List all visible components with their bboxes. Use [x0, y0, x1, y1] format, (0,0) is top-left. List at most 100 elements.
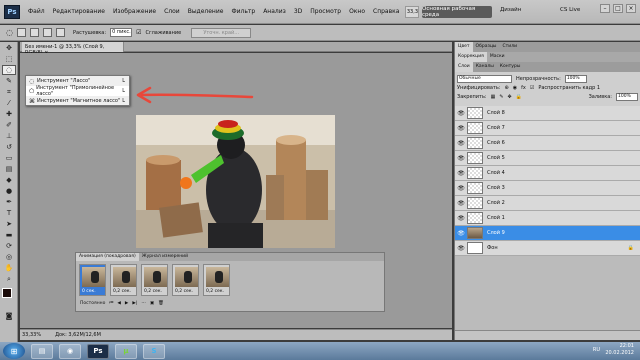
menu-image[interactable]: Изображение [109, 8, 160, 15]
delete-frame-icon[interactable]: 🗑 [158, 301, 164, 306]
layer-row[interactable]: 👁 Фон 🔒 [455, 241, 640, 256]
color-swatches[interactable] [0, 288, 17, 310]
gradient-tool-icon[interactable]: ▤ [2, 164, 16, 174]
workspace-design[interactable]: Дизайн [500, 7, 521, 13]
document-image[interactable] [136, 115, 335, 248]
taskbar-app-photoshop[interactable]: Ps [87, 343, 109, 359]
fill-input[interactable]: 100% [616, 92, 638, 101]
type-tool-icon[interactable]: T [2, 208, 16, 218]
tab-animation[interactable]: Анимация (покадровая) [76, 253, 139, 261]
history-brush-tool-icon[interactable]: ↺ [2, 142, 16, 152]
layer-row[interactable]: 👁 Слой 4 [455, 166, 640, 181]
marquee-tool-icon[interactable]: ⬚ [2, 54, 16, 64]
move-tool-icon[interactable]: ✥ [2, 43, 16, 53]
3d-orbit-tool-icon[interactable]: ◎ [2, 252, 16, 262]
new-selection-icon[interactable] [16, 28, 26, 37]
lock-pixels-icon[interactable]: ✎ [499, 94, 503, 100]
pen-tool-icon[interactable]: ✒ [2, 197, 16, 207]
menu-select[interactable]: Выделение [184, 8, 228, 15]
first-frame-icon[interactable]: ⏮ [109, 300, 113, 306]
taskbar-app-skype[interactable]: S [143, 343, 165, 359]
antialias-checkbox[interactable]: ☑ [136, 29, 141, 36]
menu-help[interactable]: Справка [369, 8, 403, 15]
taskbar-app-chrome[interactable]: ◉ [59, 343, 81, 359]
visibility-eye-icon[interactable]: 👁 [455, 245, 467, 252]
menu-view[interactable]: Просмотр [306, 8, 345, 15]
prev-frame-icon[interactable]: ◀ [117, 301, 120, 306]
opacity-input[interactable]: 100% [564, 74, 587, 83]
flyout-item-polygonal-lasso[interactable]: ⬠ Инструмент "Прямолинейное лассо" L [26, 85, 129, 97]
tab-swatches[interactable]: Образцы [473, 42, 500, 52]
visibility-eye-icon[interactable]: 👁 [455, 125, 467, 132]
layer-row[interactable]: 👁 Слой 2 [455, 196, 640, 211]
add-selection-icon[interactable] [29, 28, 39, 37]
lock-transparency-icon[interactable]: ▦ [491, 94, 496, 100]
blend-mode-select[interactable]: Обычные [457, 74, 512, 83]
lock-all-icon[interactable]: 🔒 [516, 94, 522, 100]
animation-frame[interactable]: 0,2 сек. [110, 264, 137, 296]
menu-layers[interactable]: Слои [160, 8, 184, 15]
visibility-eye-icon[interactable]: 👁 [455, 140, 467, 147]
visibility-eye-icon[interactable]: 👁 [455, 185, 467, 192]
tab-paths[interactable]: Контуры [497, 62, 524, 72]
visibility-eye-icon[interactable]: 👁 [455, 155, 467, 162]
tween-icon[interactable]: ⋯ [141, 301, 146, 306]
taskbar-app-utorrent[interactable]: µ [115, 343, 137, 359]
menu-3d[interactable]: 3D [290, 8, 306, 15]
menu-analysis[interactable]: Анализ [259, 8, 290, 15]
zoom-status[interactable]: 33,33% [22, 332, 41, 338]
shape-tool-icon[interactable]: ▬ [2, 230, 16, 240]
tab-channels[interactable]: Каналы [473, 62, 497, 72]
frame-delay[interactable]: 0,2 сек. [175, 289, 193, 294]
tab-measurement-log[interactable]: Журнал измерений [139, 253, 191, 261]
eyedropper-tool-icon[interactable]: ⁄ [2, 98, 16, 108]
minimize-icon[interactable]: – [600, 4, 610, 13]
crop-tool-icon[interactable]: ⌗ [2, 87, 16, 97]
new-frame-icon[interactable]: ▣ [150, 301, 154, 306]
layer-row[interactable]: 👁 Слой 6 [455, 136, 640, 151]
lasso-tool-icon[interactable]: ◌ [2, 65, 16, 75]
menu-file[interactable]: Файл [24, 8, 49, 15]
workspace-switcher[interactable]: Основная рабочая среда [422, 6, 492, 18]
3d-rotate-tool-icon[interactable]: ⟳ [2, 241, 16, 251]
intersect-selection-icon[interactable] [55, 28, 65, 37]
frame-delay[interactable]: 0,2 сек. [144, 289, 162, 294]
layer-row[interactable]: 👁 Слой 8 [455, 106, 640, 121]
feather-input[interactable]: 0 пикс. [110, 28, 133, 37]
zoom-level-field[interactable]: 33,3 [405, 5, 420, 18]
brush-tool-icon[interactable]: ✐ [2, 120, 16, 130]
visibility-eye-icon[interactable]: 👁 [455, 215, 467, 222]
tray-clock[interactable]: 22:01 20.02.2012 [605, 343, 634, 357]
animation-frame[interactable]: 0,2 сек. [141, 264, 168, 296]
visibility-eye-icon[interactable]: 👁 [455, 170, 467, 177]
layer-row[interactable]: 👁 Слой 1 [455, 211, 640, 226]
menu-window[interactable]: Окно [345, 8, 369, 15]
layer-row[interactable]: 👁 Слой 3 [455, 181, 640, 196]
menu-edit[interactable]: Редактирование [49, 8, 109, 15]
animation-frame[interactable]: 0 сек. [79, 264, 106, 296]
unify-style-icon[interactable]: fx [521, 85, 526, 91]
unify-visibility-icon[interactable]: ◉ [513, 85, 517, 91]
frame-delay[interactable]: 0,2 сек. [113, 289, 131, 294]
unify-position-icon[interactable]: ⊕ [505, 85, 509, 91]
next-frame-icon[interactable]: ▶| [132, 301, 137, 306]
animation-frame[interactable]: 0,2 сек. [203, 264, 230, 296]
close-icon[interactable]: × [626, 4, 636, 13]
quick-mask-icon[interactable]: ◙ [2, 311, 16, 321]
foreground-color-swatch[interactable] [2, 288, 12, 298]
subtract-selection-icon[interactable] [42, 28, 52, 37]
animation-frame[interactable]: 0,2 сек. [172, 264, 199, 296]
taskbar-app-explorer[interactable]: ▤ [31, 343, 53, 359]
loop-select[interactable]: Постоянно [80, 301, 105, 306]
visibility-eye-icon[interactable]: 👁 [455, 200, 467, 207]
visibility-eye-icon[interactable]: 👁 [455, 230, 467, 237]
zoom-tool-icon[interactable]: ⌕ [2, 274, 16, 284]
propagate-checkbox[interactable]: ☑ [530, 85, 534, 91]
tab-masks[interactable]: Маски [487, 52, 508, 62]
visibility-eye-icon[interactable]: 👁 [455, 110, 467, 117]
layer-row-selected[interactable]: 👁 Слой 9 [455, 226, 640, 241]
stamp-tool-icon[interactable]: ⊥ [2, 131, 16, 141]
layer-row[interactable]: 👁 Слой 7 [455, 121, 640, 136]
hand-tool-icon[interactable]: ✋ [2, 263, 16, 273]
maximize-icon[interactable]: □ [613, 4, 623, 13]
